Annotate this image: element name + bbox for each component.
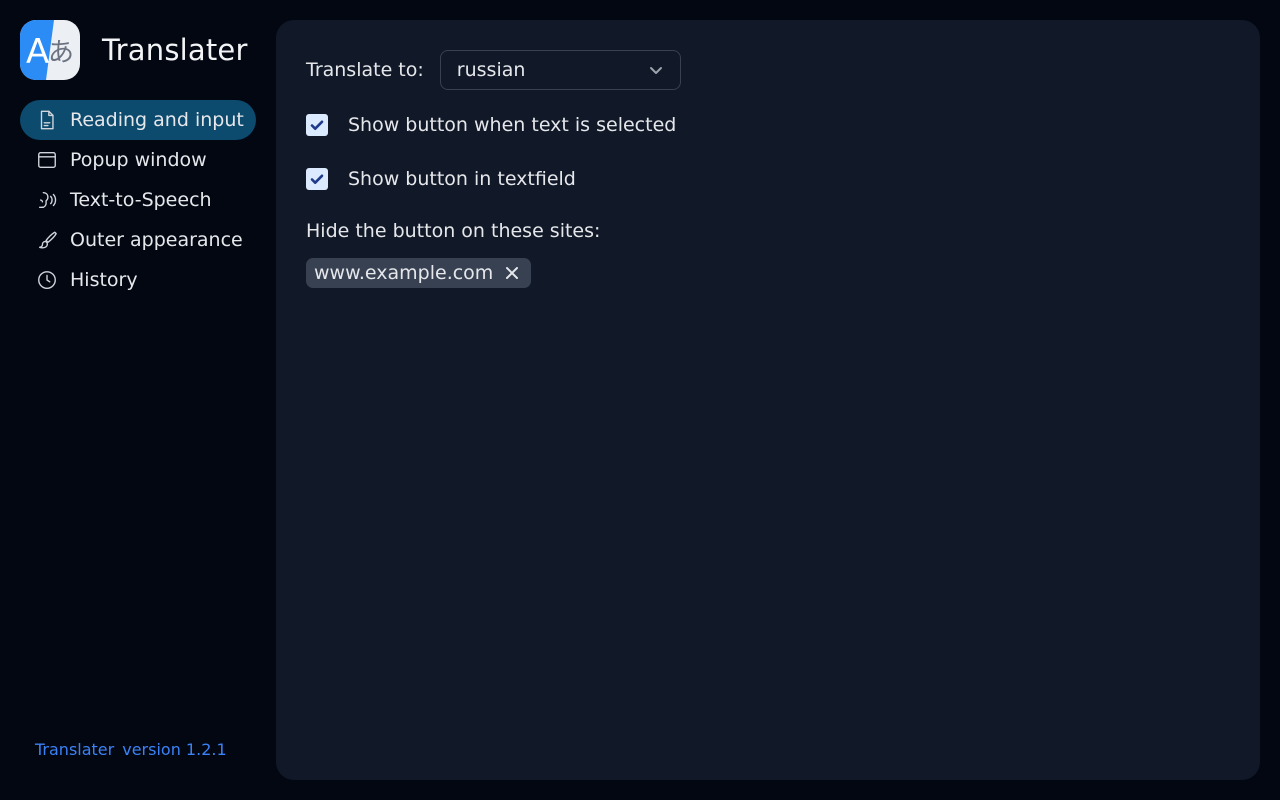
translate-logo-icon: A あ [20, 20, 80, 80]
show-in-textfield-checkbox[interactable] [306, 168, 328, 190]
sidebar-nav: Reading and input Popup window Text-to-S… [20, 100, 256, 300]
translate-to-row: Translate to: russian [306, 50, 681, 90]
settings-panel: Translate to: russian Show button when t… [276, 20, 1260, 780]
version-app-link[interactable]: Translater [35, 740, 114, 759]
app-title: Translater [102, 33, 248, 67]
speech-icon [36, 189, 58, 211]
checkmark-icon [310, 174, 324, 184]
window-icon [36, 149, 58, 171]
app-root: A あ Translater Reading and input Popup w… [0, 0, 1280, 800]
sidebar: A あ Translater Reading and input Popup w… [0, 0, 276, 800]
show-on-selection-option[interactable]: Show button when text is selected [306, 113, 676, 137]
sidebar-item-popup-window[interactable]: Popup window [20, 140, 256, 180]
close-icon[interactable] [503, 264, 521, 282]
sidebar-item-label: Text-to-Speech [70, 189, 212, 211]
show-on-selection-label: Show button when text is selected [348, 114, 677, 136]
checkmark-icon [310, 120, 324, 130]
sidebar-item-history[interactable]: History [20, 260, 256, 300]
site-chip-label: www.example.com [314, 262, 494, 284]
hidden-sites-list: www.example.com [306, 258, 532, 288]
chevron-down-icon [649, 67, 662, 74]
show-in-textfield-label: Show button in textfield [348, 168, 576, 190]
site-chip: www.example.com [306, 258, 532, 288]
svg-text:A: A [26, 32, 49, 72]
version-label: version 1.2.1 [122, 740, 227, 759]
sidebar-item-outer-appearance[interactable]: Outer appearance [20, 220, 256, 260]
sidebar-item-reading-and-input[interactable]: Reading and input [20, 100, 256, 140]
sidebar-item-label: Reading and input [70, 109, 244, 131]
hidden-sites-label: Hide the button on these sites: [306, 220, 601, 242]
brush-icon [36, 229, 58, 251]
sidebar-item-label: Popup window [70, 149, 207, 171]
show-in-textfield-option[interactable]: Show button in textfield [306, 167, 576, 191]
clock-icon [36, 269, 58, 291]
language-select-value: russian [456, 59, 526, 81]
sidebar-item-label: Outer appearance [70, 229, 243, 251]
version-info: Translater version 1.2.1 [35, 740, 227, 759]
brand: A あ Translater [20, 20, 248, 80]
svg-text:あ: あ [48, 38, 74, 68]
document-icon [36, 109, 58, 131]
translate-to-label: Translate to: [306, 59, 424, 81]
show-on-selection-checkbox[interactable] [306, 114, 328, 136]
sidebar-item-text-to-speech[interactable]: Text-to-Speech [20, 180, 256, 220]
language-select[interactable]: russian [439, 50, 681, 90]
sidebar-item-label: History [70, 269, 138, 291]
